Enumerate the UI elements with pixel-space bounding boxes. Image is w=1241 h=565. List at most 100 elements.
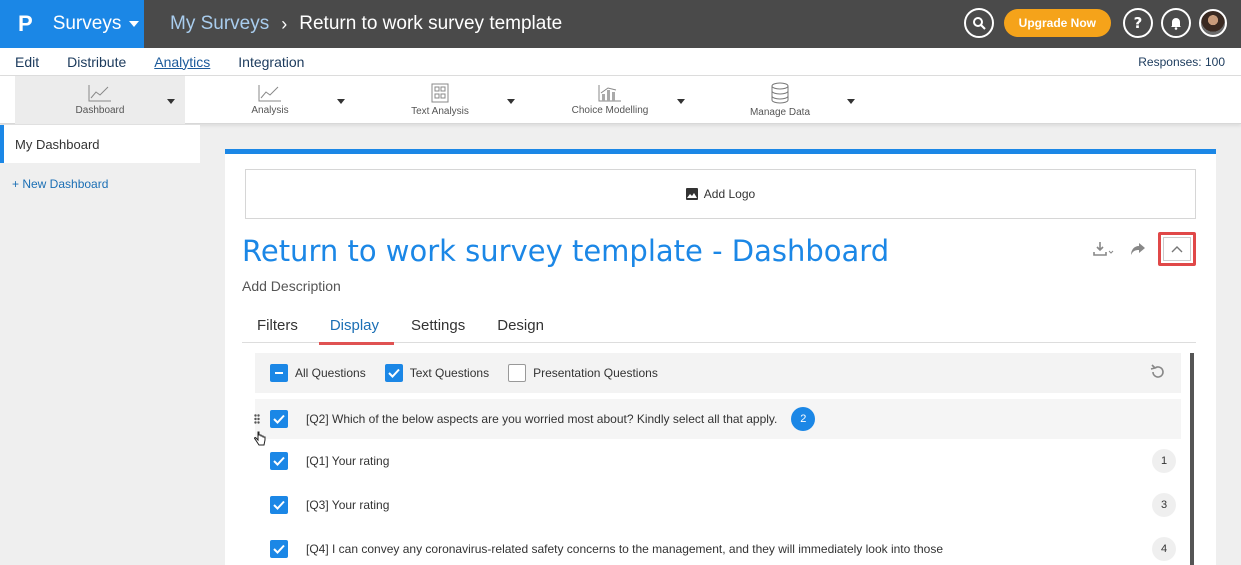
bar-chart-icon	[598, 85, 621, 102]
dashboard-main: Add Logo Return to work survey template …	[225, 149, 1216, 565]
text-questions-checkbox[interactable]	[384, 364, 403, 382]
text-grid-icon	[431, 83, 449, 103]
question-row[interactable]: [Q1] Your rating 1	[255, 439, 1181, 483]
question-display-panel: All Questions Text Questions Presentatio…	[254, 353, 1194, 565]
line-chart-icon	[88, 85, 111, 102]
user-avatar[interactable]	[1199, 9, 1227, 37]
collapse-panel-button[interactable]	[1158, 232, 1196, 266]
question-checkbox[interactable]	[270, 452, 288, 470]
question-type-filters: All Questions Text Questions Presentatio…	[255, 353, 1181, 393]
toolbar-dashboard-label: Dashboard	[75, 105, 125, 116]
search-button[interactable]	[963, 8, 994, 38]
checkmark-icon	[273, 414, 285, 424]
download-button[interactable]	[1090, 235, 1118, 263]
question-row[interactable]: [Q2] Which of the below aspects are you …	[254, 399, 1181, 446]
presentation-questions-label: Presentation Questions	[533, 366, 658, 380]
reset-button[interactable]	[1150, 364, 1166, 383]
tab-display[interactable]: Display	[315, 312, 395, 345]
notifications-button[interactable]	[1161, 8, 1191, 38]
tab-settings[interactable]: Settings	[396, 312, 480, 342]
share-arrow-icon	[1131, 243, 1145, 255]
top-bar: P Surveys My Surveys › Return to work su…	[0, 0, 1241, 48]
menu-analytics[interactable]: Analytics	[154, 54, 210, 70]
top-right-actions: Upgrade Now ?	[963, 8, 1227, 38]
question-number-badge: 2	[791, 407, 816, 431]
toolbar-choice-modelling-label: Choice Modelling	[571, 105, 649, 116]
menu-integration[interactable]: Integration	[238, 54, 304, 70]
dashboard-header-actions	[1084, 232, 1196, 266]
responses-count[interactable]: Responses: 100	[1138, 55, 1225, 69]
database-icon	[771, 82, 789, 104]
question-number-badge: 3	[1152, 493, 1176, 517]
question-mark-icon: ?	[1133, 14, 1143, 32]
app-name: Surveys	[52, 13, 122, 34]
text-questions-label: Text Questions	[409, 366, 490, 380]
breadcrumb-my-surveys[interactable]: My Surveys	[170, 13, 269, 35]
tab-filters[interactable]: Filters	[242, 312, 313, 342]
chevron-down-icon[interactable]	[337, 99, 345, 104]
bell-icon	[1171, 18, 1181, 30]
chevron-down-icon	[129, 21, 140, 27]
filter-text-questions[interactable]: Text Questions	[384, 364, 490, 382]
checkmark-icon	[273, 500, 285, 510]
collapse-inner	[1163, 237, 1191, 261]
toolbar-manage-data[interactable]: Manage Data	[695, 76, 865, 124]
surveys-app-switcher[interactable]: P Surveys	[0, 0, 144, 48]
search-icon	[972, 17, 986, 30]
chevron-down-icon[interactable]	[847, 99, 855, 104]
analytics-toolbar: Dashboard Analysis Text Analysis Choice …	[0, 76, 1241, 124]
question-text: [Q3] Your rating	[306, 498, 390, 512]
checkmark-icon	[387, 368, 400, 378]
menu-distribute[interactable]: Distribute	[67, 54, 126, 70]
toolbar-dashboard[interactable]: Dashboard	[15, 76, 185, 124]
filter-presentation-questions[interactable]: Presentation Questions	[508, 364, 658, 382]
chevron-down-icon[interactable]	[167, 99, 175, 104]
dashboard-sidebar: My Dashboard + New Dashboard	[0, 125, 200, 565]
question-text: [Q4] I can convey any coronavirus-relate…	[306, 542, 943, 556]
question-number-badge: 4	[1152, 537, 1176, 561]
presentation-questions-checkbox[interactable]	[508, 364, 527, 382]
dashboard-tabs: Filters Display Settings Design	[242, 312, 1196, 345]
breadcrumb-separator: ›	[281, 13, 288, 34]
toolbar-text-analysis-label: Text Analysis	[411, 106, 469, 117]
panel-scrollbar[interactable]	[1190, 353, 1194, 565]
question-text: [Q2] Which of the below aspects are you …	[306, 412, 778, 426]
dashboard-title[interactable]: Return to work survey template - Dashboa…	[242, 234, 889, 268]
menu-bar: Edit Distribute Analytics Integration Re…	[0, 48, 1241, 76]
tab-design[interactable]: Design	[482, 312, 559, 342]
add-logo-area[interactable]: Add Logo	[245, 169, 1196, 219]
question-text: [Q1] Your rating	[306, 454, 390, 468]
breadcrumb: My Surveys › Return to work survey templ…	[144, 13, 562, 35]
new-dashboard-link[interactable]: + New Dashboard	[0, 177, 200, 191]
sidebar-item-my-dashboard[interactable]: My Dashboard	[0, 125, 200, 163]
questionpro-logo: P	[18, 11, 33, 36]
add-description-link[interactable]: Add Description	[242, 278, 341, 294]
chevron-down-icon[interactable]	[677, 99, 685, 104]
add-logo-label: Add Logo	[703, 187, 756, 201]
chevron-down-icon[interactable]	[507, 99, 515, 104]
toolbar-analysis-label: Analysis	[251, 105, 289, 116]
upgrade-now-button[interactable]: Upgrade Now	[1003, 9, 1111, 37]
toolbar-manage-data-label: Manage Data	[749, 107, 811, 118]
download-icon	[1093, 242, 1114, 256]
toolbar-analysis[interactable]: Analysis	[185, 76, 355, 124]
help-button[interactable]: ?	[1123, 8, 1153, 38]
question-row[interactable]: [Q4] I can convey any coronavirus-relate…	[255, 527, 1181, 565]
checkmark-icon	[273, 544, 285, 554]
image-icon	[685, 188, 698, 200]
toolbar-choice-modelling[interactable]: Choice Modelling	[525, 76, 695, 124]
chevron-up-icon	[1171, 246, 1183, 253]
line-chart-icon	[258, 85, 281, 102]
question-row[interactable]: [Q3] Your rating 3	[255, 483, 1181, 527]
toolbar-text-analysis[interactable]: Text Analysis	[355, 76, 525, 124]
drag-handle-icon[interactable]	[254, 413, 260, 427]
share-button[interactable]	[1124, 235, 1152, 263]
all-questions-label: All Questions	[295, 366, 366, 380]
question-checkbox[interactable]	[270, 410, 288, 428]
menu-edit[interactable]: Edit	[15, 54, 39, 70]
question-number-badge: 1	[1152, 449, 1176, 473]
question-checkbox[interactable]	[270, 540, 288, 558]
filter-all-questions[interactable]: All Questions	[270, 364, 366, 382]
all-questions-checkbox[interactable]	[270, 364, 288, 382]
question-checkbox[interactable]	[270, 496, 288, 514]
